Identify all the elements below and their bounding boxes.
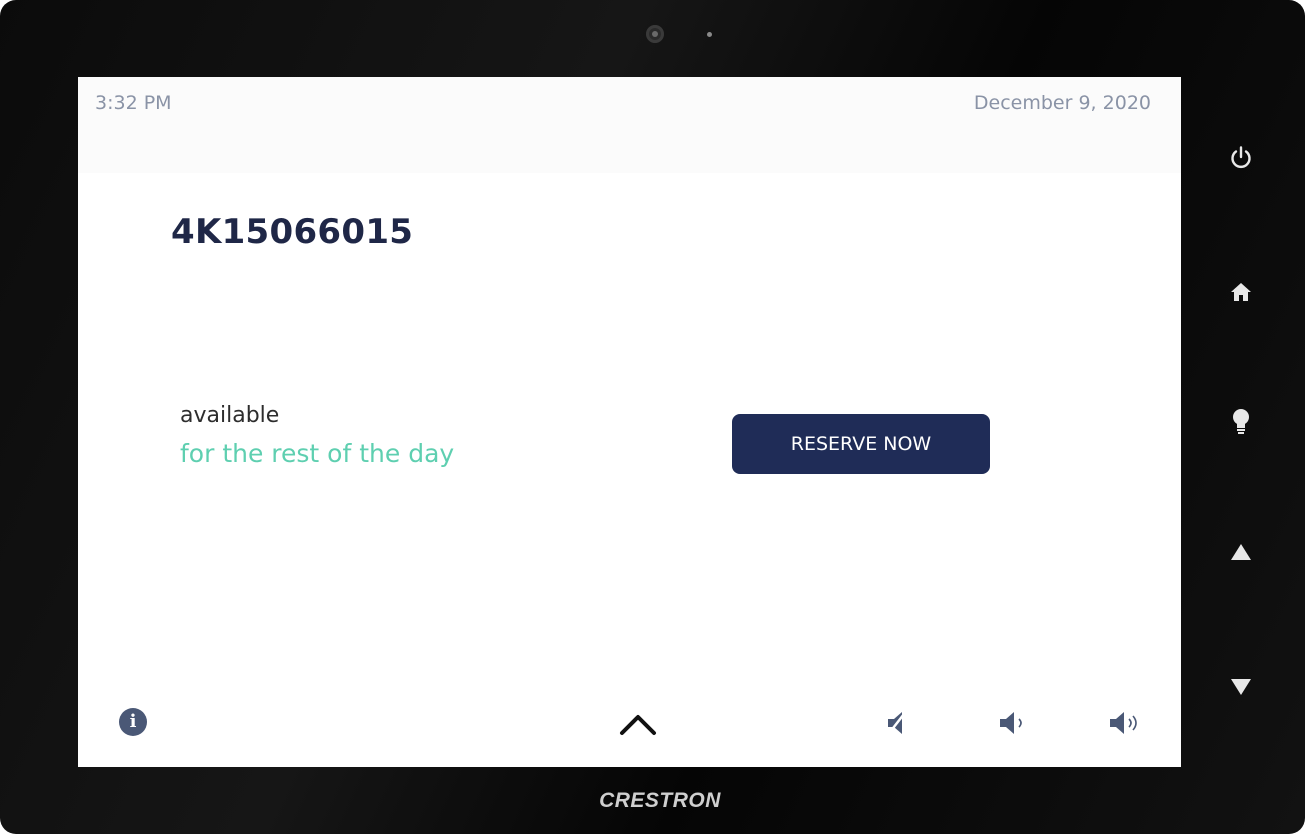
light-sensor (707, 32, 712, 37)
lights-button[interactable] (1221, 402, 1261, 442)
bottom-toolbar: i (78, 687, 1181, 767)
volume-up-icon[interactable] (1106, 709, 1146, 737)
availability-status: available (180, 403, 280, 428)
touch-screen: 3:32 PM December 9, 2020 4K15066015 avai… (78, 77, 1181, 767)
lightbulb-icon (1233, 409, 1249, 434)
brand-logo: CRESTRON (599, 789, 721, 812)
chevron-up-icon[interactable] (616, 707, 660, 739)
status-bar: 3:32 PM December 9, 2020 (78, 77, 1181, 173)
down-button[interactable] (1221, 667, 1261, 707)
room-name: 4K15066015 (171, 212, 414, 252)
reserve-now-button[interactable]: RESERVE NOW (732, 414, 990, 474)
volume-mute-icon[interactable] (884, 709, 924, 737)
power-icon (1231, 146, 1251, 169)
home-icon (1231, 283, 1251, 301)
home-button[interactable] (1221, 272, 1261, 312)
current-date: December 9, 2020 (973, 92, 1151, 114)
camera-lens (646, 25, 664, 43)
arrow-up-icon (1231, 544, 1251, 560)
clock-time: 3:32 PM (95, 92, 172, 114)
volume-down-icon[interactable] (996, 709, 1036, 737)
info-icon[interactable]: i (119, 708, 147, 736)
arrow-down-icon (1231, 679, 1251, 695)
power-button[interactable] (1221, 138, 1261, 178)
availability-detail: for the rest of the day (180, 439, 455, 468)
touch-panel-device: 3:32 PM December 9, 2020 4K15066015 avai… (0, 0, 1305, 834)
up-button[interactable] (1221, 532, 1261, 572)
